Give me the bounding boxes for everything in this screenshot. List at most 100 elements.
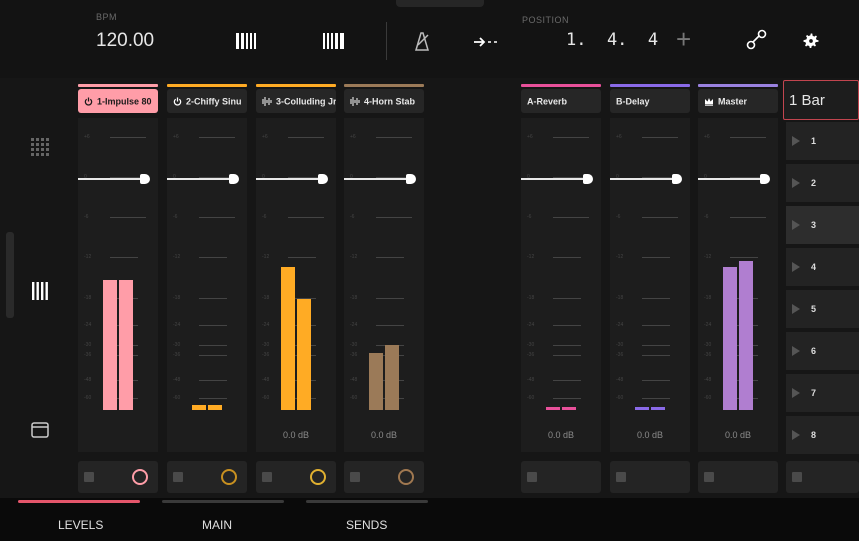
scale-label: -30 [84,342,92,348]
bpm-value[interactable]: 120.00 [96,30,154,52]
play-triangle-icon[interactable] [792,304,800,314]
volume-fader-track[interactable] [521,178,585,180]
piano-keys-icon[interactable] [235,33,261,54]
tab-sends[interactable]: SENDS [306,500,428,541]
volume-fader-handle[interactable] [140,174,150,184]
window-icon[interactable] [31,422,49,443]
track-bottom-slot[interactable] [344,461,424,493]
track-bottom-slot[interactable] [610,461,690,493]
scale-label: +6 [704,134,710,140]
slice-row[interactable]: 1 [786,122,859,160]
power-icon [84,97,93,106]
slice-row[interactable]: 2 [786,164,859,202]
top-drawer-handle[interactable] [396,0,484,7]
mute-square[interactable] [262,472,272,482]
track-bottom-slot[interactable] [698,461,778,493]
volume-fader-handle[interactable] [318,174,328,184]
scale-tick [730,257,758,258]
track-header[interactable]: Master [698,89,778,113]
mute-square[interactable] [84,472,94,482]
slice-row[interactable]: 5 [786,290,859,328]
return-strip[interactable] [610,118,690,452]
mixer-columns-icon[interactable] [31,282,49,305]
channel-strip[interactable] [78,118,158,452]
sidebar-drawer-handle[interactable] [6,232,14,318]
volume-fader-track[interactable] [78,178,142,180]
channel-strip[interactable] [256,118,336,452]
plus-icon[interactable]: + [676,24,691,55]
send-knob-ring[interactable] [221,469,237,485]
scale-label: -18 [527,295,535,301]
scale-label: -30 [616,342,624,348]
play-triangle-icon[interactable] [792,346,800,356]
send-knob-ring[interactable] [398,469,414,485]
scale-tick [199,398,227,399]
link-nodes-icon[interactable] [746,29,768,56]
scale-tick [376,217,412,218]
volume-fader-handle[interactable] [229,174,239,184]
track-header[interactable]: 3-Colluding Jr [256,89,336,113]
volume-fader-handle[interactable] [406,174,416,184]
volume-fader-handle[interactable] [760,174,770,184]
track-header[interactable]: 4-Horn Stab [344,89,424,113]
scale-label: -48 [527,377,535,383]
mute-square[interactable] [616,472,626,482]
track-bottom-slot[interactable] [78,461,158,493]
track-bottom-slot[interactable] [167,461,247,493]
track-bottom-slot[interactable] [256,461,336,493]
volume-fader-track[interactable] [698,178,762,180]
mute-square[interactable] [704,472,714,482]
settings-gear-icon[interactable] [801,31,821,56]
send-knob-ring[interactable] [310,469,326,485]
tab-levels[interactable]: LEVELS [18,500,140,541]
slice-row[interactable]: 4 [786,248,859,286]
channel-strip[interactable] [344,118,424,452]
volume-fader-handle[interactable] [672,174,682,184]
grid-icon[interactable] [31,138,49,161]
volume-fader-track[interactable] [610,178,674,180]
scale-tick [288,257,316,258]
bar-length-selector[interactable]: 1 Bar [783,80,859,120]
slice-bottom-slot[interactable] [786,461,859,493]
send-knob-ring[interactable] [132,469,148,485]
mute-square[interactable] [350,472,360,482]
slice-mute-square[interactable] [792,472,802,482]
scale-label: -18 [173,295,181,301]
slice-row[interactable]: 8 [786,416,859,454]
play-triangle-icon[interactable] [792,262,800,272]
metronome-icon[interactable] [412,31,432,56]
play-triangle-icon[interactable] [792,430,800,440]
slice-row[interactable]: 7 [786,374,859,412]
tab-main[interactable]: MAIN [162,500,284,541]
scale-label: -48 [262,377,270,383]
mute-square[interactable] [173,472,183,482]
return-strip[interactable] [521,118,601,452]
scale-tick [376,298,404,299]
mute-square[interactable] [527,472,537,482]
scale-tick [642,325,670,326]
play-triangle-icon[interactable] [792,178,800,188]
track-bottom-slot[interactable] [521,461,601,493]
play-triangle-icon[interactable] [792,388,800,398]
return-strip[interactable] [698,118,778,452]
scale-label: -36 [704,352,712,358]
scale-label: -48 [350,377,358,383]
track-header[interactable]: A-Reverb [521,89,601,113]
scale-label: -24 [262,322,270,328]
track-header[interactable]: 2-Chiffy Sinu [167,89,247,113]
slice-row[interactable]: 6 [786,332,859,370]
slice-row[interactable]: 3 [786,206,859,244]
position-value[interactable]: 1. 4. 4 [566,30,658,50]
locate-arrow-icon[interactable] [474,35,502,53]
play-triangle-icon[interactable] [792,220,800,230]
volume-fader-track[interactable] [256,178,320,180]
track-header[interactable]: B-Delay [610,89,690,113]
play-triangle-icon[interactable] [792,136,800,146]
volume-fader-track[interactable] [167,178,231,180]
volume-fader-track[interactable] [344,178,408,180]
volume-fader-handle[interactable] [583,174,593,184]
track-header[interactable]: 1-Impulse 80 [78,89,158,113]
mixer-view-icon[interactable] [322,33,348,54]
channel-strip[interactable] [167,118,247,452]
scale-tick [730,217,766,218]
